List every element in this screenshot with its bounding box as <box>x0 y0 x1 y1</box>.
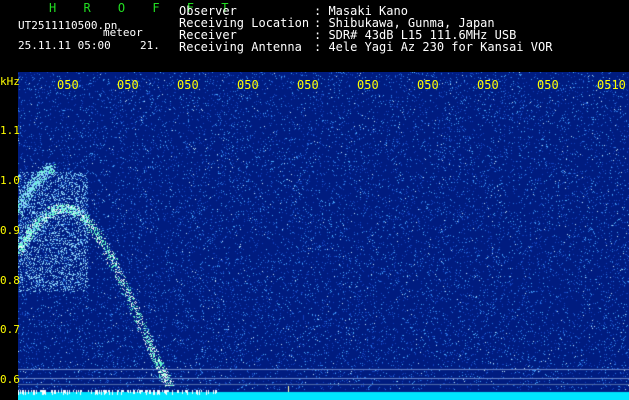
meta-key-antenna: Receiving Antenna <box>179 40 302 54</box>
x-tick-label: 050 <box>177 78 199 92</box>
y-tick-label: 0.7 <box>0 323 20 336</box>
y-tick-label: 0.9 <box>0 224 20 237</box>
x-tick-label: 050 <box>297 78 319 92</box>
x-tick-label: 050 <box>357 78 379 92</box>
x-tick-label: 050 <box>237 78 259 92</box>
spectrogram-plot <box>18 72 629 400</box>
x-tick-label: 050 <box>477 78 499 92</box>
count-value: 21. <box>140 39 160 52</box>
y-tick-label: 0.6 <box>0 373 20 386</box>
x-tick-label: 050 <box>417 78 439 92</box>
date-time: 25.11.11 05:00 <box>18 39 111 52</box>
x-tick-label: 050 <box>117 78 139 92</box>
y-tick-label: 0.8 <box>0 274 20 287</box>
x-tick-label: 0510 <box>597 78 626 92</box>
meteor-type-label: meteor <box>103 26 143 39</box>
y-tick-label: 1.1 <box>0 124 20 137</box>
y-axis-unit: kHz <box>0 75 20 88</box>
x-tick-label: 050 <box>57 78 79 92</box>
y-tick-label: 1.0 <box>0 174 20 187</box>
spectrogram-window: H R O F F T UT2511110500.pn meteor 25.11… <box>0 0 629 400</box>
x-tick-label: 050 <box>537 78 559 92</box>
meta-value-antenna: : 4ele Yagi Az 230 for Kansai VOR <box>314 40 553 54</box>
